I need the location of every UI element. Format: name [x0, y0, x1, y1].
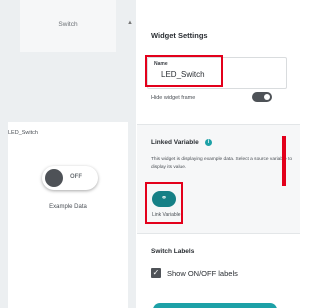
switch-toggle[interactable]: OFF	[42, 166, 98, 190]
divider	[137, 233, 300, 234]
link-icon: ⚭	[161, 195, 167, 202]
name-field-value[interactable]: LED_Switch	[161, 70, 205, 79]
widget-settings-panel: Widget Settings Name LED_Switch Hide wid…	[137, 0, 300, 308]
hide-frame-toggle[interactable]	[252, 92, 272, 102]
done-button[interactable]	[153, 303, 277, 308]
linked-variable-description: This widget is displaying example data. …	[151, 157, 293, 170]
show-labels-checkbox[interactable]: ✓	[151, 268, 161, 278]
link-variable-label: Link Variable	[152, 212, 181, 218]
info-icon[interactable]: i	[205, 139, 212, 146]
scroll-up-arrow-icon[interactable]: ▲	[127, 20, 133, 26]
hide-frame-label: Hide widget frame	[151, 95, 196, 101]
panel-heading: Widget Settings	[151, 31, 208, 40]
linked-variable-title: Linked Variable	[151, 139, 199, 146]
checkmark-icon: ✓	[152, 268, 160, 277]
switch-labels-title: Switch Labels	[151, 248, 195, 255]
divider	[137, 124, 300, 125]
widget-title: Switch	[58, 21, 78, 28]
switch-widget-card[interactable]: LED_Switch OFF Example Data	[8, 122, 128, 308]
switch-widget-card-top[interactable]: Switch	[20, 0, 116, 52]
hide-frame-toggle-knob	[264, 94, 270, 100]
switch-state-label: OFF	[70, 174, 82, 180]
widget-name-label: LED_Switch	[8, 130, 38, 136]
edge-highlight-marker	[282, 136, 286, 186]
dashboard-canvas: Switch LED_Switch OFF Example Data	[0, 0, 136, 308]
name-field-caption: Name	[154, 61, 168, 67]
switch-knob	[45, 169, 63, 187]
example-data-label: Example Data	[49, 204, 87, 210]
show-labels-checkbox-label[interactable]: Show ON/OFF labels	[167, 269, 238, 278]
link-variable-button[interactable]: ⚭	[152, 191, 176, 207]
